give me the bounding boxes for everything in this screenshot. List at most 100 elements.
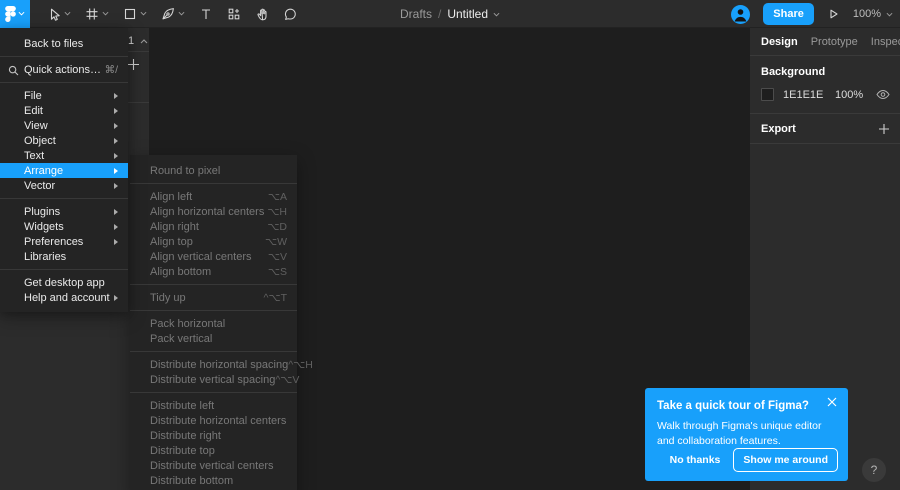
pen-tool-button[interactable]: [154, 0, 192, 28]
tour-toast: Take a quick tour of Figma? Walk through…: [645, 388, 848, 481]
menu-shortcut: ⌥V: [267, 250, 287, 263]
menu-item-vector[interactable]: Vector: [0, 178, 128, 193]
text-icon: [199, 7, 213, 21]
submenu-item-align-bottom[interactable]: Align bottom ⌥S: [130, 264, 297, 279]
submenu-item-align-left[interactable]: Align left ⌥A: [130, 189, 297, 204]
chevron-down-icon[interactable]: [102, 11, 109, 16]
menu-item-file[interactable]: File: [0, 88, 128, 103]
background-opacity-field[interactable]: 100%: [835, 89, 863, 101]
menu-shortcut: ^⌥H: [288, 358, 313, 371]
zoom-menu[interactable]: 100%: [853, 8, 893, 20]
move-tool-button[interactable]: [40, 0, 78, 28]
top-toolbar: Drafts / Untitled Share 100%: [0, 0, 900, 28]
submenu-item-round-to-pixel[interactable]: Round to pixel: [130, 163, 297, 178]
color-swatch[interactable]: [761, 88, 774, 101]
submenu-item-align-vertical-centers[interactable]: Align vertical centers ⌥V: [130, 249, 297, 264]
menu-item-back-to-files[interactable]: Back to files: [0, 36, 128, 51]
submenu-arrow-icon: [114, 223, 118, 230]
toast-title: Take a quick tour of Figma?: [657, 400, 809, 412]
menu-item-edit[interactable]: Edit: [0, 103, 128, 118]
menu-item-arrange[interactable]: Arrange: [0, 163, 128, 178]
chevron-down-icon: [493, 12, 500, 16]
menu-item-label: Quick actions…: [24, 63, 102, 76]
menu-item-preferences[interactable]: Preferences: [0, 234, 128, 249]
rectangle-icon: [123, 7, 137, 21]
background-section-title: Background: [761, 66, 826, 78]
person-icon: [734, 8, 747, 21]
menu-item-get-desktop-app[interactable]: Get desktop app: [0, 275, 128, 290]
menu-separator: [130, 392, 297, 393]
submenu-item-distribute-vertical-centers[interactable]: Distribute vertical centers: [130, 458, 297, 473]
menu-item-widgets[interactable]: Widgets: [0, 219, 128, 234]
avatar[interactable]: [731, 4, 751, 24]
submenu-item-distribute-bottom[interactable]: Distribute bottom: [130, 473, 297, 488]
menu-item-object[interactable]: Object: [0, 133, 128, 148]
present-button[interactable]: [827, 7, 840, 21]
submenu-item-align-right[interactable]: Align right ⌥D: [130, 219, 297, 234]
help-button[interactable]: ?: [862, 458, 886, 482]
submenu-item-pack-horizontal[interactable]: Pack horizontal: [130, 316, 297, 331]
resources-button[interactable]: [220, 0, 248, 28]
submenu-item-distribute-horizontal-spacing[interactable]: Distribute horizontal spacing ^⌥H: [130, 357, 313, 372]
hand-tool-button[interactable]: [248, 0, 276, 28]
menu-item-help-and-account[interactable]: Help and account: [0, 290, 128, 305]
share-button[interactable]: Share: [763, 3, 814, 25]
no-thanks-button[interactable]: No thanks: [670, 454, 721, 466]
visibility-eye-icon[interactable]: [876, 89, 890, 100]
breadcrumb-file[interactable]: Untitled: [447, 7, 500, 21]
submenu-item-label: Round to pixel: [150, 164, 221, 177]
menu-item-quick-actions[interactable]: Quick actions… ⌘/: [0, 62, 128, 77]
menu-shortcut: ⌥H: [267, 205, 287, 218]
submenu-item-distribute-top[interactable]: Distribute top: [130, 443, 297, 458]
show-me-around-button[interactable]: Show me around: [733, 448, 838, 472]
export-section: Export: [750, 114, 900, 144]
tab-design[interactable]: Design: [761, 36, 798, 48]
toast-body: Walk through Figma's unique editor and c…: [657, 420, 822, 447]
chevron-down-icon[interactable]: [140, 11, 147, 16]
close-icon[interactable]: [825, 395, 839, 409]
submenu-item-align-horizontal-centers[interactable]: Align horizontal centers ⌥H: [130, 204, 297, 219]
submenu-item-tidy-up[interactable]: Tidy up ^⌥T: [130, 290, 297, 305]
chevron-down-icon: [18, 11, 25, 16]
tab-prototype[interactable]: Prototype: [811, 36, 858, 48]
breadcrumb: Drafts / Untitled: [400, 0, 500, 28]
comment-bubble-icon: [283, 7, 297, 21]
submenu-item-distribute-vertical-spacing[interactable]: Distribute vertical spacing ^⌥V: [130, 372, 299, 387]
menu-separator: [0, 56, 128, 57]
main-menu-button[interactable]: [0, 0, 30, 28]
breadcrumb-project[interactable]: Drafts: [400, 7, 432, 21]
submenu-item-label: Align top: [150, 235, 193, 248]
menu-shortcut: ⌥S: [267, 265, 287, 278]
submenu-arrow-icon: [114, 152, 118, 159]
chevron-down-icon[interactable]: [178, 11, 185, 16]
frame-tool-button[interactable]: [78, 0, 116, 28]
submenu-item-distribute-left[interactable]: Distribute left: [130, 398, 297, 413]
menu-item-label: Text: [24, 149, 45, 162]
menu-separator: [0, 198, 128, 199]
menu-item-libraries[interactable]: Libraries: [0, 249, 128, 264]
submenu-item-pack-vertical[interactable]: Pack vertical: [130, 331, 297, 346]
menu-item-label: Edit: [24, 104, 43, 117]
menu-separator: [0, 269, 128, 270]
add-export-button[interactable]: [878, 123, 890, 135]
background-color-row: 1E1E1E 100%: [761, 88, 890, 101]
shape-tool-button[interactable]: [116, 0, 154, 28]
menu-item-view[interactable]: View: [0, 118, 128, 133]
zoom-value: 100%: [852, 8, 881, 20]
menu-item-text[interactable]: Text: [0, 148, 128, 163]
submenu-item-label: Distribute left: [150, 399, 215, 412]
submenu-item-label: Distribute vertical centers: [150, 459, 274, 472]
submenu-arrow-icon: [114, 208, 118, 215]
submenu-item-align-top[interactable]: Align top ⌥W: [130, 234, 297, 249]
chevron-down-icon[interactable]: [64, 11, 71, 16]
background-hex-field[interactable]: 1E1E1E: [783, 89, 835, 101]
comment-tool-button[interactable]: [276, 0, 304, 28]
add-page-button[interactable]: [127, 58, 140, 71]
submenu-item-distribute-horizontal-centers[interactable]: Distribute horizontal centers: [130, 413, 297, 428]
submenu-item-distribute-right[interactable]: Distribute right: [130, 428, 297, 443]
menu-separator: [130, 310, 297, 311]
menu-item-plugins[interactable]: Plugins: [0, 204, 128, 219]
text-tool-button[interactable]: [192, 0, 220, 28]
page-row[interactable]: 1: [128, 35, 148, 47]
tab-inspect[interactable]: Inspect: [871, 36, 900, 48]
